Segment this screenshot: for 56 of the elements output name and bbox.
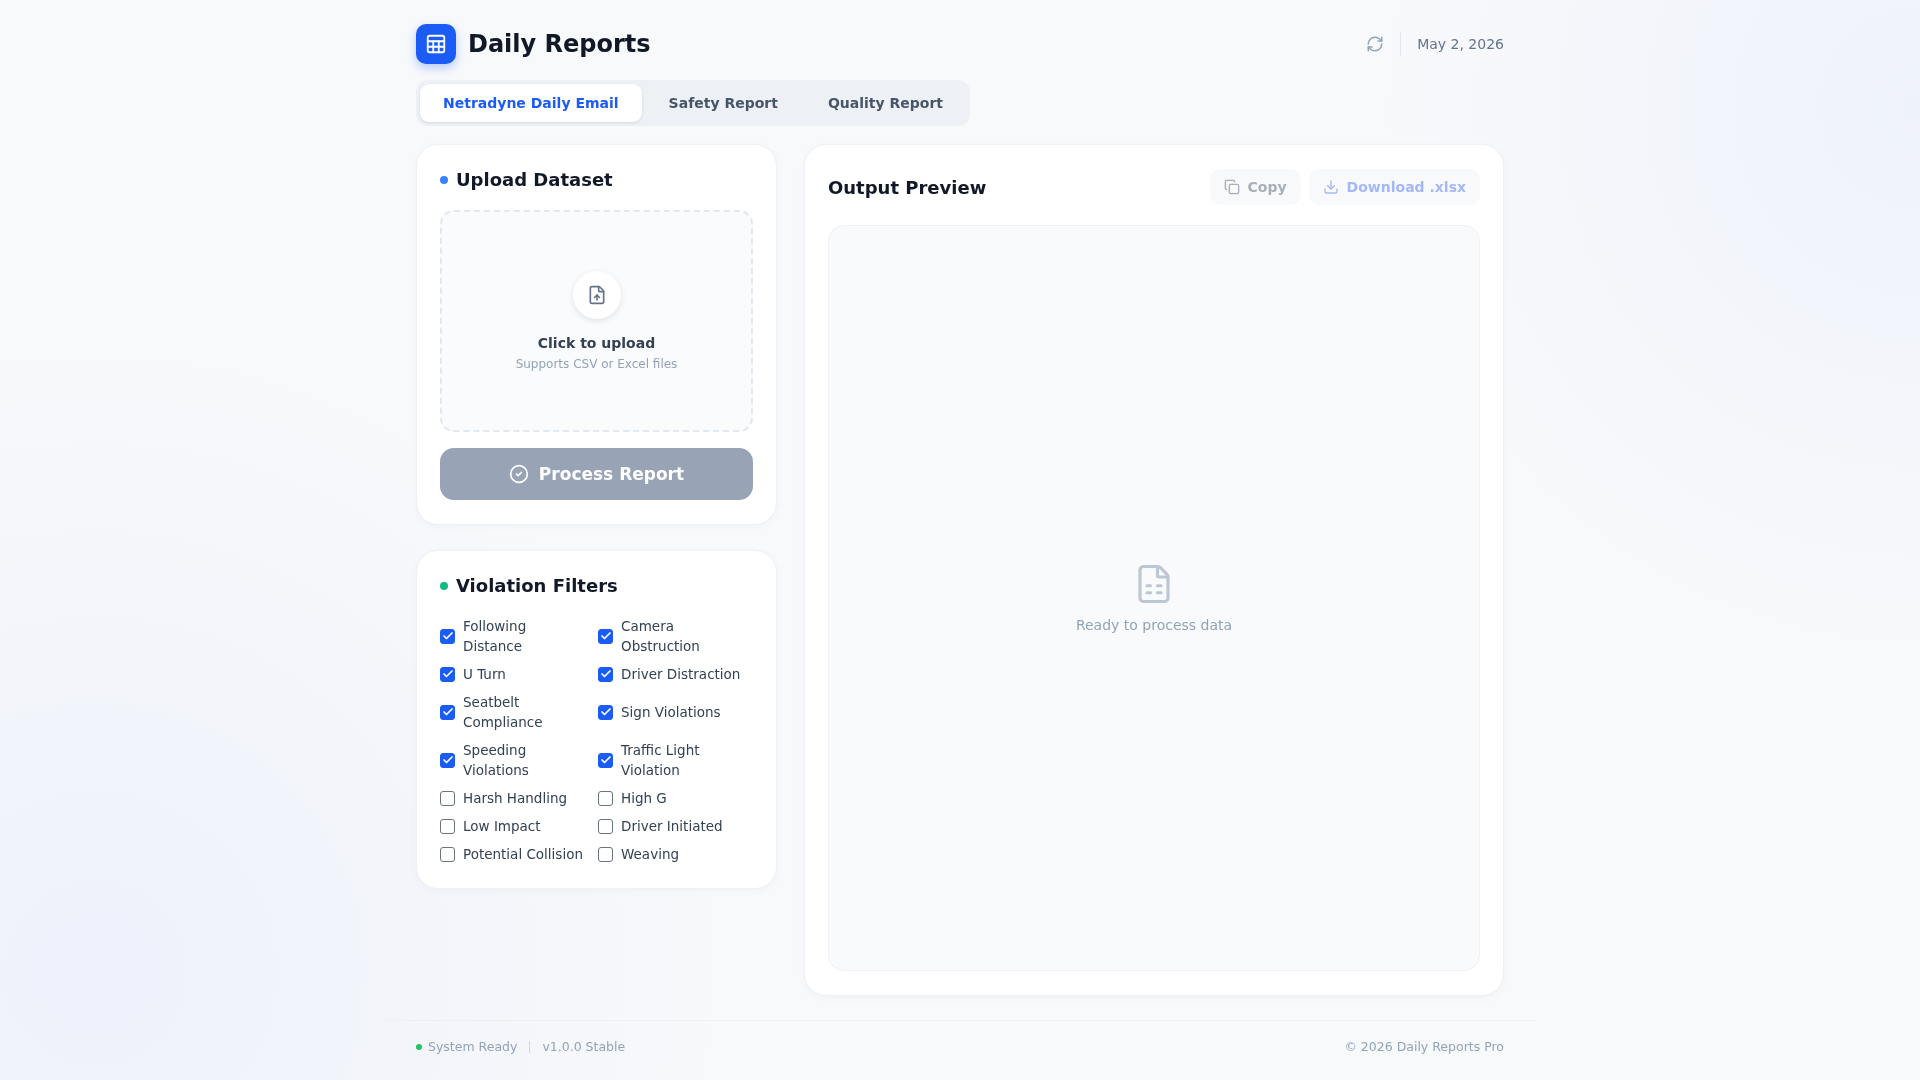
tab[interactable]: Netradyne Daily Email: [420, 84, 642, 122]
panel-title: Upload Dataset: [456, 169, 613, 190]
filter-label: Speeding Violations: [463, 741, 530, 780]
checkbox[interactable]: [440, 846, 455, 862]
upload-dropzone[interactable]: Click to upload Supports CSV or Excel files: [440, 210, 753, 432]
checkbox[interactable]: [598, 846, 613, 862]
filter-label: Seatbelt Compliance: [463, 693, 544, 732]
empty-text: Ready to process data: [1075, 617, 1233, 633]
checkbox[interactable]: [598, 818, 613, 834]
checkbox[interactable]: [440, 704, 455, 720]
checkbox[interactable]: [598, 666, 613, 682]
copyright-text: © 2026 Daily Reports Pro: [1344, 1039, 1504, 1054]
check-icon: [599, 754, 612, 766]
panel-title: Violation Filters: [456, 575, 618, 596]
filter-label: Weaving: [621, 845, 679, 864]
checkbox[interactable]: [440, 818, 455, 834]
download-icon: [1322, 179, 1339, 195]
tab[interactable]: Safety Report: [645, 84, 801, 122]
panel-title: Output Preview: [828, 176, 987, 198]
filter-label: Potential Collision: [463, 845, 583, 864]
check-icon: [599, 668, 612, 680]
checkbox[interactable]: [598, 704, 613, 720]
check-icon: [441, 754, 454, 766]
checkbox[interactable]: [598, 790, 613, 806]
app-title: Daily Reports: [468, 30, 651, 58]
filter-label: Driver Distraction: [621, 665, 741, 684]
check-icon: [441, 706, 454, 718]
check-icon: [441, 668, 454, 680]
filter-label: Sign Violations: [621, 703, 721, 722]
dropzone-hint: Supports CSV or Excel files: [515, 357, 678, 371]
file-upload-icon: [572, 271, 621, 319]
checkbox[interactable]: [440, 666, 455, 682]
filter-label: Camera Obstruction: [621, 617, 701, 656]
filter-label: Driver Initiated: [621, 817, 723, 836]
version-text: v1.0.0 Stable: [542, 1039, 626, 1054]
logo-icon: [416, 24, 456, 64]
check-circle-icon: [508, 464, 529, 484]
status-text: System Ready: [428, 1039, 518, 1054]
filter-label: U Turn: [463, 665, 506, 684]
checkbox[interactable]: [440, 752, 455, 768]
check-icon: [441, 630, 454, 642]
copy-icon: [1223, 179, 1240, 195]
date-text: May 2, 2026: [1417, 36, 1504, 52]
checkbox[interactable]: [598, 752, 613, 768]
check-icon: [599, 706, 612, 718]
filter-label: High G: [621, 789, 667, 808]
filter-label: Following Distance: [463, 617, 528, 656]
tab[interactable]: Quality Report: [804, 84, 967, 122]
filter-label: Low Impact: [463, 817, 541, 836]
checkbox[interactable]: [440, 628, 455, 644]
checkbox[interactable]: [440, 790, 455, 806]
check-icon: [599, 630, 612, 642]
filter-label: Harsh Handling: [463, 789, 568, 808]
filter-label: Traffic Light Violation: [621, 741, 701, 780]
checkbox[interactable]: [598, 628, 613, 644]
dropzone-title: Click to upload: [537, 335, 656, 351]
